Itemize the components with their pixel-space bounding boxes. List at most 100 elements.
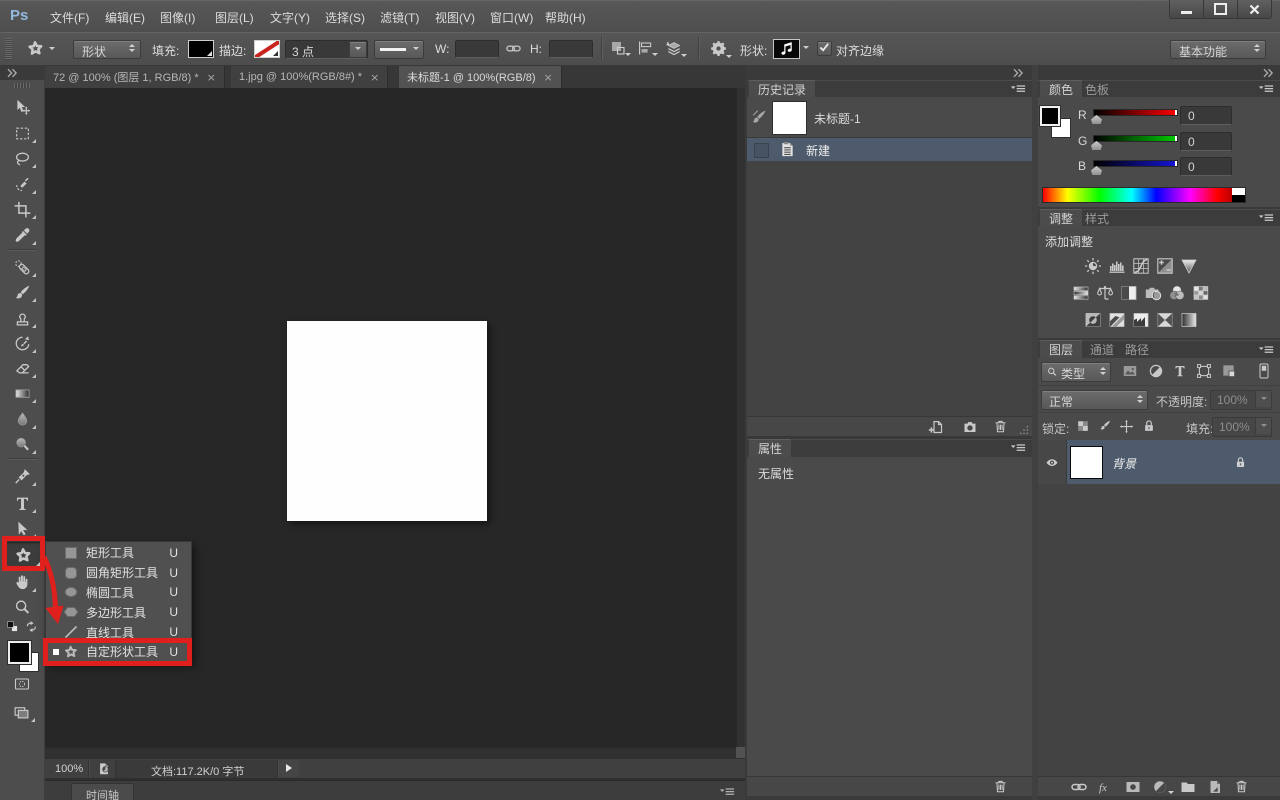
panel-menu-icon[interactable] — [1010, 84, 1026, 95]
tool-marquee[interactable] — [5, 121, 39, 145]
filter-shape-layers-icon[interactable] — [1196, 363, 1212, 379]
panel-menu-icon[interactable] — [1258, 345, 1274, 356]
link-dimensions-icon[interactable] — [506, 41, 521, 56]
delete-layer-trash-icon[interactable] — [1234, 779, 1249, 794]
lock-pixels-icon[interactable] — [1097, 419, 1112, 434]
adjustment-hue-saturation-icon[interactable] — [1072, 284, 1090, 302]
tool-dodge[interactable] — [5, 432, 39, 456]
tab-swatches[interactable]: 色板 — [1076, 80, 1118, 98]
height-input[interactable] — [549, 40, 593, 58]
quick-mask-button[interactable] — [12, 676, 32, 692]
menu-layer[interactable]: 图层(L) — [215, 9, 254, 26]
red-value-field[interactable]: 0 — [1180, 106, 1232, 125]
history-snapshot-row[interactable]: 未标题-1 — [747, 97, 1032, 138]
workspace-switcher[interactable]: 基本功能 — [1170, 40, 1266, 59]
panel-resize-grip[interactable] — [1019, 425, 1029, 435]
new-snapshot-camera-icon[interactable] — [962, 419, 978, 435]
minimize-button[interactable] — [1169, 0, 1204, 19]
menu-window[interactable]: 窗口(W) — [490, 9, 533, 26]
adjustment-posterize-icon[interactable] — [1108, 311, 1126, 329]
zoom-level-field[interactable]: 100% — [55, 763, 83, 775]
layer-name[interactable]: 背景 — [1112, 455, 1136, 472]
tool-healing-brush[interactable] — [5, 255, 39, 279]
filter-adjustment-layers-icon[interactable] — [1148, 363, 1164, 379]
stroke-width-combo[interactable]: 3 点 — [285, 40, 368, 59]
adjustment-black-white-icon[interactable] — [1120, 284, 1138, 302]
green-slider-track[interactable] — [1093, 135, 1178, 142]
fill-value-combo[interactable]: 100% — [1212, 417, 1272, 437]
adjustment-vibrance-icon[interactable] — [1180, 257, 1198, 275]
tab-close-icon[interactable]: × — [207, 71, 216, 84]
black-chip[interactable] — [1232, 195, 1245, 202]
tool-preset-picker[interactable] — [26, 36, 60, 61]
tab-history[interactable]: 历史记录 — [749, 80, 815, 98]
path-operations-button[interactable] — [610, 40, 626, 56]
tool-gradient[interactable] — [5, 381, 39, 405]
panel-menu-icon[interactable] — [1010, 443, 1026, 454]
layer-thumbnail[interactable] — [1070, 446, 1103, 479]
tab-styles[interactable]: 样式 — [1076, 209, 1118, 227]
tool-history-brush[interactable] — [5, 331, 39, 355]
lock-position-icon[interactable] — [1119, 419, 1134, 434]
collapse-panel-icon[interactable] — [6, 68, 18, 78]
new-layer-icon[interactable] — [1207, 779, 1223, 795]
panel-menu-icon[interactable] — [1258, 213, 1274, 224]
tool-eyedropper[interactable] — [5, 223, 39, 247]
adjustment-selective-color-icon[interactable] — [1156, 311, 1174, 329]
selected-layer-row[interactable]: 背景 — [1067, 440, 1280, 484]
snapshot-name[interactable]: 未标题-1 — [814, 110, 861, 127]
stroke-swatch[interactable] — [254, 40, 280, 58]
blue-slider-thumb[interactable] — [1091, 166, 1102, 175]
tool-blur[interactable] — [5, 407, 39, 431]
adjustment-channel-mixer-icon[interactable] — [1168, 284, 1186, 302]
collapse-panel-icon[interactable] — [1012, 68, 1024, 78]
shape-preview-box[interactable] — [773, 39, 800, 59]
filter-pixel-layers-icon[interactable] — [1122, 363, 1138, 379]
history-brush-source-icon[interactable] — [751, 109, 767, 125]
history-state-new[interactable]: 新建 — [747, 138, 1032, 161]
green-slider-thumb[interactable] — [1091, 141, 1102, 150]
green-value-field[interactable]: 0 — [1180, 132, 1232, 151]
opacity-value-combo[interactable]: 100% — [1210, 390, 1272, 410]
filter-type-layers-icon[interactable] — [1172, 363, 1188, 379]
lock-all-icon[interactable] — [1142, 419, 1156, 433]
tab-close-icon[interactable]: × — [370, 71, 379, 84]
snapshot-thumbnail[interactable] — [772, 101, 807, 135]
red-slider-thumb[interactable] — [1091, 115, 1102, 124]
adjustment-brightness-contrast-icon[interactable] — [1084, 257, 1102, 275]
adjustment-photo-filter-icon[interactable] — [1144, 284, 1162, 302]
color-spectrum-ramp[interactable] — [1042, 187, 1246, 203]
screen-mode-button[interactable] — [12, 703, 31, 720]
status-doc-icon[interactable] — [97, 762, 111, 776]
document-tab-2[interactable]: 1.jpg @ 100%(RGB/8#) *× — [231, 66, 388, 88]
link-layers-icon[interactable] — [1071, 779, 1087, 795]
tool-mode-select[interactable]: 形状 — [73, 40, 141, 59]
width-input[interactable] — [455, 40, 499, 58]
panel-menu-icon[interactable] — [719, 787, 735, 798]
blue-value-field[interactable]: 0 — [1180, 157, 1232, 176]
tab-close-icon[interactable]: × — [544, 71, 553, 84]
foreground-color-swatch[interactable] — [8, 641, 31, 664]
adjustment-curves-icon[interactable] — [1132, 257, 1150, 275]
status-menu-button[interactable] — [279, 760, 299, 777]
adjustment-color-balance-icon[interactable] — [1096, 284, 1114, 302]
maximize-button[interactable] — [1204, 0, 1238, 19]
tool-move[interactable] — [5, 95, 39, 119]
adjustment-threshold-icon[interactable] — [1132, 311, 1150, 329]
layer-filter-type-combo[interactable]: 类型 — [1041, 362, 1111, 382]
adjustment-invert-icon[interactable] — [1084, 311, 1102, 329]
default-colors-button[interactable] — [6, 620, 19, 633]
collapse-panel-icon[interactable] — [1262, 68, 1274, 78]
document-tab-3-active[interactable]: 未标题-1 @ 100%(RGB/8)× — [399, 66, 562, 88]
tool-eraser[interactable] — [5, 356, 39, 380]
menu-help[interactable]: 帮助(H) — [545, 9, 586, 26]
shape-picker-dropdown[interactable] — [803, 46, 809, 49]
tool-type[interactable] — [5, 491, 39, 515]
menu-select[interactable]: 选择(S) — [325, 9, 365, 26]
add-layer-mask-icon[interactable] — [1125, 779, 1141, 795]
stroke-type-combo[interactable] — [374, 40, 424, 59]
menu-view[interactable]: 视图(V) — [435, 9, 475, 26]
tool-pen[interactable] — [5, 464, 39, 488]
filter-toggle-switch[interactable] — [1259, 363, 1269, 379]
tool-crop[interactable] — [5, 197, 39, 221]
